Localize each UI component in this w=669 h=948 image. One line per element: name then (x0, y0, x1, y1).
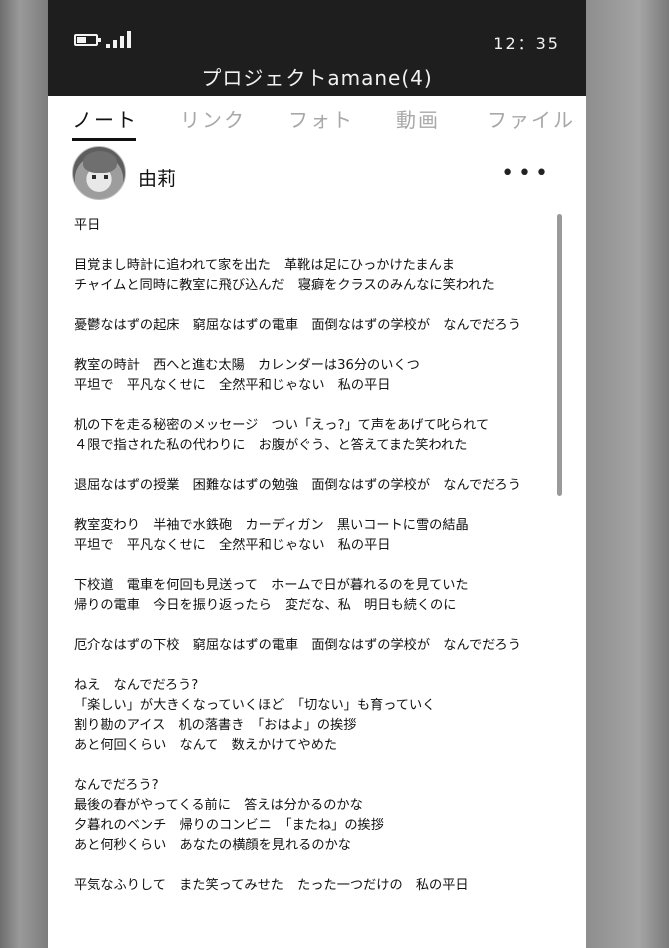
signal-icon (106, 30, 138, 48)
note-line: チャイムと同時に教室に飛び込んだ 寝癖をクラスのみんなに笑われた (74, 278, 495, 293)
note-line: 机の下を走る秘密のメッセージ つい「えっ?」て声をあげて叱られて (74, 418, 490, 433)
note-line: 目覚まし時計に追われて家を出た 革靴は足にひっかけたまんま (74, 258, 455, 273)
scrollbar[interactable] (557, 214, 562, 496)
note-line: 最後の春がやってくる前に 答えは分かるのかな (74, 798, 363, 813)
tab-file[interactable]: ファイル (487, 104, 575, 133)
note-line: 割り勘のアイス 机の落書き 「おはよ」の挨拶 (74, 718, 357, 733)
tab-bar: ノート リンク フォト 動画 ファイル (48, 104, 586, 141)
note-line: 退屈なはずの授業 困難なはずの勉強 面倒なはずの学校が なんでだろう (74, 478, 521, 493)
note-paragraph: 憂鬱なはずの起床 窮屈なはずの電車 面倒なはずの学校が なんでだろう (74, 316, 554, 336)
status-time: 12：35 (493, 34, 560, 53)
more-icon[interactable]: ••• (501, 163, 552, 185)
scrollbar-thumb[interactable] (557, 214, 562, 496)
tab-link[interactable]: リンク (180, 104, 246, 133)
author-name[interactable]: 由莉 (138, 164, 176, 191)
note-line: 教室変わり 半袖で水鉄砲 カーディガン 黒いコートに雪の結晶 (74, 518, 469, 533)
avatar[interactable] (72, 146, 126, 200)
note-paragraph: 退屈なはずの授業 困難なはずの勉強 面倒なはずの学校が なんでだろう (74, 476, 554, 496)
post-header: 由莉 ••• (48, 146, 586, 200)
note-paragraph: 平気なふりして また笑ってみせた たった一つだけの 私の平日 (74, 876, 554, 896)
note-paragraph: 教室変わり 半袖で水鉄砲 カーディガン 黒いコートに雪の結晶 平坦で 平凡なくせに… (74, 516, 554, 556)
note-paragraph: ねえ なんでだろう? 「楽しい」が大きくなっていくほど 「切ない」も育っていく 割り… (74, 676, 554, 756)
note-line: なんでだろう? (74, 778, 159, 793)
note-line: 帰りの電車 今日を振り返ったら 変だな、私 明日も続くのに (74, 598, 457, 613)
note-line: 下校道 電車を何回も見送って ホームで日が暮れるのを見ていた (74, 578, 469, 593)
note-line: あと何回くらい なんて 数えかけてやめた (74, 738, 338, 753)
note-paragraph: 教室の時計 西へと進む太陽 カレンダーは36分のいくつ 平坦で 平凡なくせに 全然… (74, 356, 554, 396)
note-line: 厄介なはずの下校 窮屈なはずの電車 面倒なはずの学校が なんでだろう (74, 638, 521, 653)
note-line: ねえ なんでだろう? (74, 678, 199, 693)
note-line: あと何秒くらい あなたの横顔を見れるのかな (74, 838, 351, 853)
status-bar: 12：35 プロジェクトamane(4) (48, 0, 586, 96)
note-line: 憂鬱なはずの起床 窮屈なはずの電車 面倒なはずの学校が なんでだろう (74, 318, 521, 333)
note-paragraph: 目覚まし時計に追われて家を出た 革靴は足にひっかけたまんまチャイムと同時に教室に… (74, 256, 554, 296)
battery-icon (74, 34, 101, 46)
note-line: 教室の時計 西へと進む太陽 カレンダーは36分のいくつ (74, 358, 420, 373)
tab-note[interactable]: ノート (72, 104, 138, 141)
post-body: 平日目覚まし時計に追われて家を出た 革靴は足にひっかけたまんまチャイムと同時に教… (74, 216, 554, 916)
tab-video[interactable]: 動画 (396, 104, 440, 133)
note-line: 平坦で 平凡なくせに 全然平和じゃない 私の平日 (74, 538, 391, 553)
page-title: プロジェクトamane(4) (201, 66, 433, 90)
note-paragraph: 机の下を走る秘密のメッセージ つい「えっ?」て声をあげて叱られて ４限で指された私… (74, 416, 554, 456)
note-line: 平日 (74, 218, 101, 233)
phone-screen: 12：35 プロジェクトamane(4) ノート リンク フォト 動画 ファイル… (48, 0, 586, 948)
note-paragraph: なんでだろう? 最後の春がやってくる前に 答えは分かるのかな夕暮れのベンチ 帰りの… (74, 776, 554, 856)
note-line: ４限で指された私の代わりに お腹がぐう、と答えてまた笑われた (74, 438, 468, 453)
tab-photo[interactable]: フォト (288, 104, 354, 133)
note-line: 平坦で 平凡なくせに 全然平和じゃない 私の平日 (74, 378, 391, 393)
note-line: 平気なふりして また笑ってみせた たった一つだけの 私の平日 (74, 878, 469, 893)
note-line: 「楽しい」が大きくなっていくほど 「切ない」も育っていく (74, 698, 436, 713)
note-paragraph: 平日 (74, 216, 554, 236)
note-line: 夕暮れのベンチ 帰りのコンビニ 「またね」の挨拶 (74, 818, 384, 833)
note-paragraph: 厄介なはずの下校 窮屈なはずの電車 面倒なはずの学校が なんでだろう (74, 636, 554, 656)
note-paragraph: 下校道 電車を何回も見送って ホームで日が暮れるのを見ていた 帰りの電車 今日を振… (74, 576, 554, 616)
